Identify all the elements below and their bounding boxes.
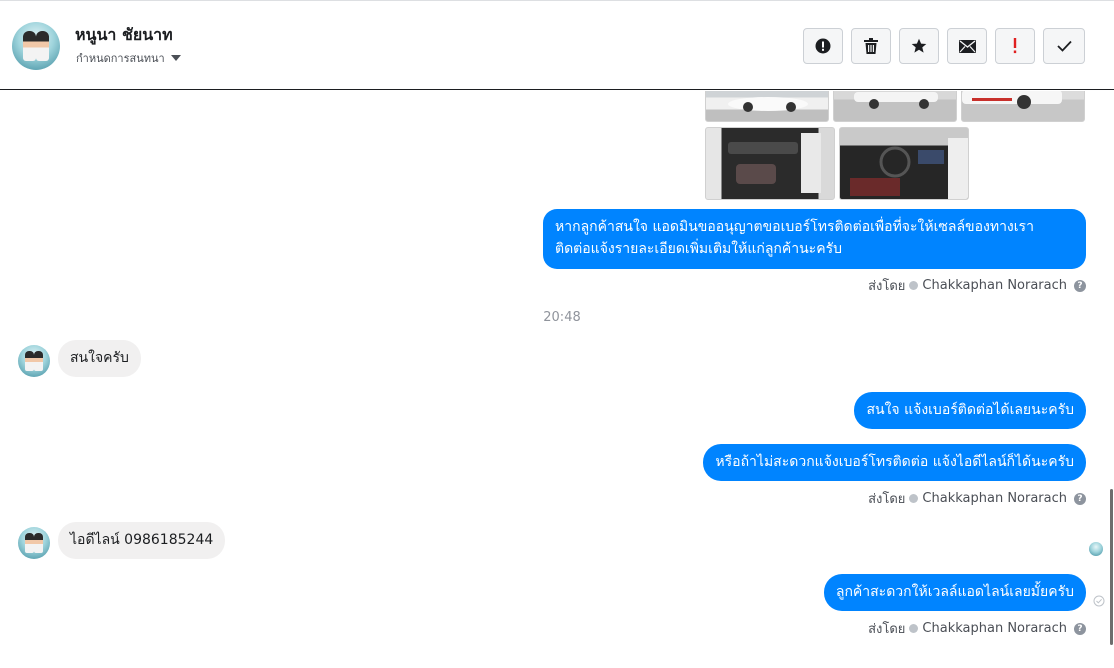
avatar-figure (25, 533, 34, 553)
sent-by-info: ส่งโดย Chakkaphan Norarach ? (868, 275, 1086, 296)
sent-by-info: ส่งโดย Chakkaphan Norarach ? (868, 618, 1086, 639)
message-text-line: หากลูกค้าสนใจ แอดมินขออนุญาตขอเบอร์โทรติ… (555, 219, 1034, 235)
contact-avatar-small[interactable] (18, 527, 50, 559)
sent-by-agent[interactable]: Chakkaphan Norarach (922, 491, 1067, 506)
car-photo-thumbnail[interactable] (833, 91, 957, 122)
message-text-line: ติดต่อแจ้งรายละเอียดเพิ่มเติมให้แก่ลูกค้… (555, 241, 842, 257)
contact-avatar-small[interactable] (18, 345, 50, 377)
verified-badge-icon (909, 494, 919, 503)
avatar-figure (23, 31, 36, 61)
envelope-icon (958, 39, 976, 53)
outgoing-message[interactable]: หรือถ้าไม่สะดวกแจ้งเบอร์โทรติดต่อ แจ้งไอ… (703, 444, 1086, 481)
car-door-photo (728, 133, 821, 193)
conversation-header: หนูนา ชัยนาท กำหนดการสนทนา (0, 0, 1114, 90)
car-interior-photo (850, 138, 968, 199)
star-button[interactable] (899, 28, 939, 64)
car-door-photo-thumbnail[interactable] (705, 127, 835, 200)
caret-down-icon (170, 55, 181, 61)
contact-name[interactable]: หนูนา ชัยนาท (75, 23, 173, 48)
report-button[interactable] (803, 28, 843, 64)
checkmark-icon (1056, 40, 1072, 52)
car-photo-thumbnail[interactable] (961, 91, 1085, 122)
incoming-message[interactable]: ไอดีไลน์ 0986185244 (58, 522, 226, 559)
trash-icon (864, 38, 878, 54)
avatar-figure (36, 31, 49, 61)
help-icon[interactable]: ? (1074, 492, 1086, 505)
car-photo (854, 92, 938, 109)
avatar-figure (34, 533, 43, 553)
sent-by-prefix: ส่งโดย (868, 492, 906, 507)
message-timestamp: 20:48 (543, 310, 581, 325)
avatar-figure (34, 351, 43, 371)
sent-by-prefix: ส่งโดย (868, 279, 906, 294)
sent-by-agent[interactable]: Chakkaphan Norarach (922, 621, 1067, 636)
sent-by-info: ส่งโดย Chakkaphan Norarach ? (868, 488, 1086, 509)
car-photo (962, 91, 1062, 109)
assign-label: กำหนดการสนทนา (76, 52, 165, 65)
outgoing-message[interactable]: สนใจ แจ้งเบอร์ติดต่อได้เลยนะครับ (854, 392, 1086, 429)
red-exclamation-icon (1013, 38, 1017, 54)
follow-up-button[interactable] (995, 28, 1035, 64)
sent-status-icon (1093, 595, 1105, 607)
incoming-message[interactable]: สนใจครับ (58, 340, 141, 377)
outgoing-message[interactable]: หากลูกค้าสนใจ แอดมินขออนุญาตขอเบอร์โทรติ… (543, 209, 1086, 269)
star-icon (911, 38, 927, 53)
mark-done-button[interactable] (1043, 28, 1085, 64)
exclamation-circle-icon (815, 38, 831, 54)
help-icon[interactable]: ? (1074, 622, 1086, 635)
sent-by-agent[interactable]: Chakkaphan Norarach (922, 278, 1067, 293)
verified-badge-icon (909, 624, 919, 633)
assign-conversation-dropdown[interactable]: กำหนดการสนทนา (76, 49, 181, 67)
sent-by-prefix: ส่งโดย (868, 622, 906, 637)
avatar-figure (25, 351, 34, 371)
scrollbar[interactable] (1110, 489, 1113, 645)
outgoing-message[interactable]: ลูกค้าสะดวกให้เวลล์แอดไลน์เลยมั้ยครับ (823, 574, 1086, 611)
mark-unread-button[interactable] (947, 28, 987, 64)
car-photo-thumbnail[interactable] (705, 91, 829, 122)
contact-avatar[interactable] (12, 22, 60, 70)
message-thread[interactable]: หากลูกค้าสนใจ แอดมินขออนุญาตขอเบอร์โทรติ… (0, 91, 1114, 668)
car-interior-photo-thumbnail[interactable] (839, 127, 969, 200)
help-icon[interactable]: ? (1074, 279, 1086, 292)
delete-button[interactable] (851, 28, 891, 64)
car-photo (728, 97, 808, 112)
seen-avatar (1089, 542, 1103, 556)
verified-badge-icon (909, 281, 919, 290)
